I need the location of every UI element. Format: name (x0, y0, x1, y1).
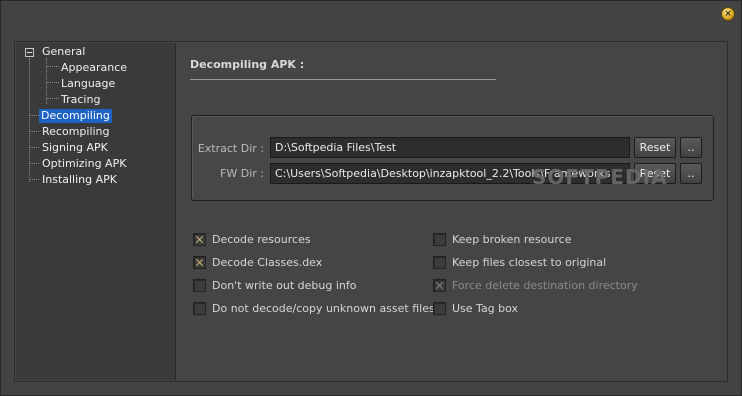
checkbox[interactable] (433, 302, 446, 315)
option-decode-resources[interactable]: Decode resources (193, 232, 423, 248)
fw-dir-browse-button[interactable]: .. (680, 163, 702, 184)
option-label: Use Tag box (452, 302, 519, 315)
settings-frame: General Appearance Language Tracing Deco… (14, 41, 728, 382)
sidebar-item-language[interactable]: Language (59, 77, 117, 91)
option-label: Don't write out debug info (212, 279, 357, 292)
sidebar-item-decompiling[interactable]: Decompiling (39, 109, 112, 123)
sidebar-item-appearance[interactable]: Appearance (59, 61, 129, 75)
checkbox[interactable] (193, 256, 206, 269)
option-keep-files-closest[interactable]: Keep files closest to original (433, 255, 663, 271)
tree-connector (47, 66, 59, 67)
option-label: Force delete destination directory (452, 279, 638, 292)
fw-dir-label: FW Dir : (220, 167, 264, 180)
settings-window: × General Appearance Language Tracing De… (0, 0, 742, 396)
collapse-icon[interactable] (25, 48, 34, 57)
option-label: Decode resources (212, 233, 311, 246)
settings-tree: General Appearance Language Tracing Deco… (16, 43, 176, 380)
option-label: Decode Classes.dex (212, 256, 323, 269)
tree-connector (47, 82, 59, 83)
page-title: Decompiling APK : (190, 58, 305, 71)
option-no-debug-info[interactable]: Don't write out debug info (193, 278, 423, 294)
tree-connector (30, 131, 39, 132)
decompiling-panel: Decompiling APK : Extract Dir : D:\Softp… (177, 43, 727, 380)
option-label: Keep files closest to original (452, 256, 607, 269)
sidebar-item-installing-apk[interactable]: Installing APK (40, 173, 119, 187)
extract-dir-label: Extract Dir : (197, 142, 264, 155)
tree-connector (30, 163, 39, 164)
tree-connector (30, 115, 39, 116)
tree-connector (30, 179, 39, 180)
sidebar-item-tracing[interactable]: Tracing (59, 93, 102, 107)
checkbox[interactable] (433, 256, 446, 269)
tree-connector (47, 98, 59, 99)
checkbox (433, 279, 446, 292)
option-label: Keep broken resource (452, 233, 572, 246)
title-bar: × (1, 1, 741, 29)
checkbox[interactable] (193, 233, 206, 246)
title-divider (190, 79, 496, 80)
tree-connector (30, 147, 39, 148)
option-no-decode-unknown-assets[interactable]: Do not decode/copy unknown asset files (193, 301, 435, 317)
checkbox[interactable] (433, 233, 446, 246)
checkbox[interactable] (193, 302, 206, 315)
sidebar-item-general[interactable]: General (40, 45, 87, 59)
extract-dir-input[interactable]: D:\Softpedia Files\Test (270, 137, 630, 158)
option-use-tag-box[interactable]: Use Tag box (433, 301, 663, 317)
sidebar-item-optimizing-apk[interactable]: Optimizing APK (40, 157, 128, 171)
option-force-delete-destination: Force delete destination directory (433, 278, 673, 294)
sidebar-item-recompiling[interactable]: Recompiling (40, 125, 112, 139)
option-decode-classes-dex[interactable]: Decode Classes.dex (193, 255, 423, 271)
close-icon[interactable]: × (721, 7, 735, 21)
softpedia-watermark: SOFTPEDIA (532, 165, 668, 189)
option-label: Do not decode/copy unknown asset files (212, 302, 435, 315)
option-keep-broken-resource[interactable]: Keep broken resource (433, 232, 663, 248)
checkbox[interactable] (193, 279, 206, 292)
sidebar-item-signing-apk[interactable]: Signing APK (40, 141, 110, 155)
extract-dir-browse-button[interactable]: .. (680, 137, 702, 158)
extract-dir-reset-button[interactable]: Reset (634, 137, 676, 158)
